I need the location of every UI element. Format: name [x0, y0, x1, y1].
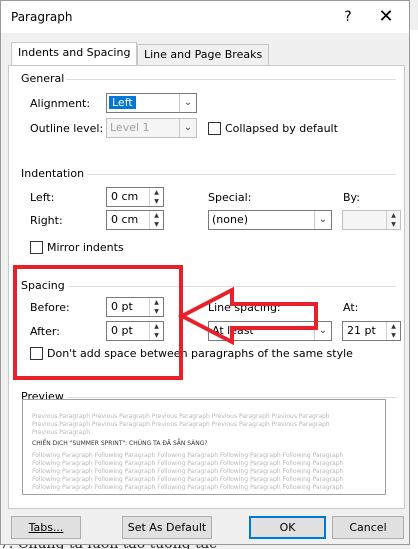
by-label: By:: [343, 191, 360, 204]
indent-left-stepper[interactable]: 0 cm ▲ ▼: [106, 187, 164, 207]
alignment-value: Left: [109, 96, 136, 109]
spin-arrows-icon[interactable]: ▲ ▼: [149, 188, 163, 206]
set-as-default-button[interactable]: Set As Default: [122, 516, 212, 539]
outline-level-label: Outline level:: [30, 122, 104, 135]
indentation-divider: [87, 174, 396, 175]
ok-button[interactable]: OK: [249, 516, 326, 539]
indent-left-value: 0 cm: [111, 190, 139, 203]
preview-following-line: Following Paragraph Following Paragraph …: [32, 468, 344, 475]
chevron-down-icon: ⌄: [179, 119, 196, 137]
general-heading: General: [21, 72, 65, 85]
special-select[interactable]: (none) ⌄: [208, 210, 332, 230]
tab-indents-and-spacing[interactable]: Indents and Spacing: [11, 42, 138, 66]
spin-arrows-icon[interactable]: ▲ ▼: [386, 211, 400, 229]
preview-previous-line: Previous Paragraph: [32, 429, 90, 436]
outline-level-value: Level 1: [110, 121, 150, 134]
mirror-indents-checkbox[interactable]: [30, 241, 43, 254]
indent-right-value: 0 cm: [111, 213, 139, 226]
at-label: At:: [343, 301, 359, 314]
annotation-arrow-icon: [177, 286, 318, 346]
by-stepper[interactable]: ▲ ▼: [342, 210, 401, 230]
preview-following-line: Following Paragraph Following Paragraph …: [32, 460, 344, 467]
special-value: (none): [212, 213, 249, 226]
preview-previous-line: Previous Paragraph Previous Paragraph Pr…: [32, 413, 330, 420]
outline-level-select[interactable]: Level 1 ⌄: [106, 118, 197, 138]
alignment-label: Alignment:: [30, 97, 91, 110]
alignment-select[interactable]: Left ⌄: [106, 93, 197, 113]
collapsed-by-default-checkbox[interactable]: [208, 122, 221, 135]
cancel-button[interactable]: Cancel: [332, 516, 404, 539]
chevron-down-icon: ⌄: [179, 94, 196, 112]
tabs-button[interactable]: Tabs...: [11, 516, 81, 539]
collapsed-by-default-label: Collapsed by default: [225, 122, 338, 135]
special-label: Special:: [208, 191, 252, 204]
indent-right-label: Right:: [30, 214, 63, 227]
indentation-heading: Indentation: [21, 167, 85, 180]
spin-arrows-icon[interactable]: ▲ ▼: [149, 211, 163, 229]
close-button[interactable]: ✕: [371, 4, 401, 30]
document-background-right: [410, 30, 418, 549]
tabs-button-label: Tabs...: [28, 521, 64, 534]
spin-arrows-icon[interactable]: ▲ ▼: [386, 322, 400, 340]
preview-current-paragraph: CHIẾN DỊCH "SUMMER SPRINT": CHÚNG TA ĐÃ …: [32, 440, 208, 447]
general-divider: [66, 79, 396, 80]
preview-following-line: Following Paragraph Following Paragraph …: [32, 452, 344, 459]
annotation-highlight-box: [13, 265, 183, 380]
at-stepper[interactable]: 21 pt ▲ ▼: [342, 321, 401, 341]
indent-left-label: Left:: [30, 191, 55, 204]
preview-previous-line: Previous Paragraph Previous Paragraph Pr…: [32, 421, 330, 428]
dialog-title: Paragraph: [11, 10, 73, 24]
preview-divider: [67, 397, 396, 398]
mirror-indents-label: Mirror indents: [47, 241, 124, 254]
preview-following-line: Following Paragraph Following Paragraph …: [32, 476, 344, 483]
tab-line-and-page-breaks[interactable]: Line and Page Breaks: [137, 44, 270, 66]
at-value: 21 pt: [347, 324, 376, 337]
preview-following-line: Following Paragraph Following Paragraph …: [32, 484, 344, 491]
help-button[interactable]: ?: [337, 7, 359, 27]
chevron-down-icon: ⌄: [314, 211, 331, 229]
indent-right-stepper[interactable]: 0 cm ▲ ▼: [106, 210, 164, 230]
